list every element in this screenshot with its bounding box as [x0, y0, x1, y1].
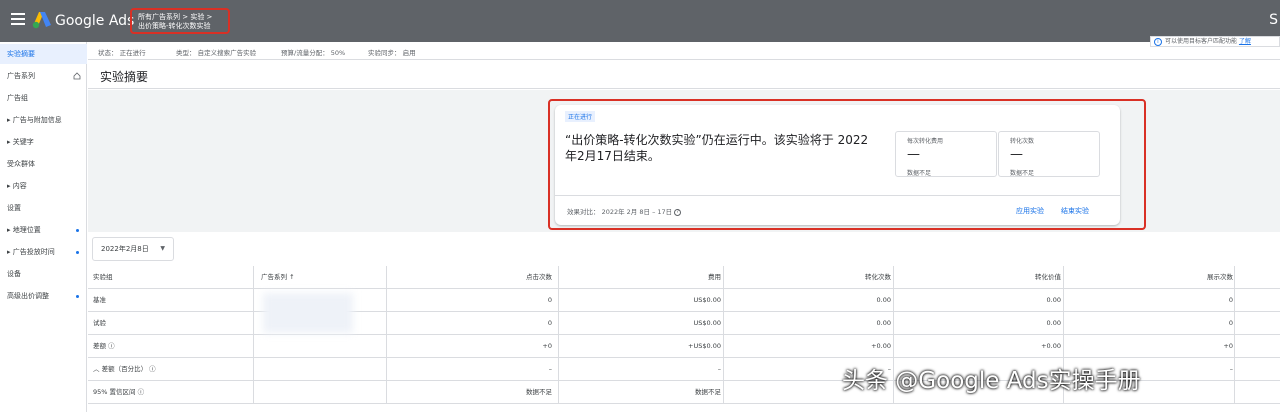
chevron-down-icon: ▼ — [160, 245, 165, 252]
table-cell: US$0.00 — [693, 319, 722, 327]
table-cell: – — [717, 365, 721, 373]
table-cell — [261, 335, 389, 358]
page-title: 实验摘要 — [100, 70, 149, 84]
column-divider — [723, 266, 724, 404]
sidebar-item[interactable]: 设备 — [0, 264, 87, 284]
type-text: 类型： 自定义搜索广告实验 — [176, 49, 257, 57]
status-bar: 状态： 正在进行 类型： 自定义搜索广告实验 预算/流量分配： 50% 实验同步… — [88, 42, 1280, 60]
status-dot — [76, 295, 79, 298]
sync-text: 实验同步： 启用 — [368, 49, 416, 57]
sidebar-item-label: ▸ 内容 — [7, 182, 27, 190]
sidebar-item-label: 实验摘要 — [7, 50, 35, 58]
table-cell: 基准 — [93, 296, 106, 304]
home-icon — [73, 72, 81, 80]
column-divider — [558, 266, 559, 404]
sidebar-item-label: ▸ 地理位置 — [7, 226, 41, 234]
table-cell: 0 — [1228, 319, 1233, 327]
table-cell: 试验 — [93, 319, 106, 327]
column-header[interactable]: 广告系列 ↑ — [261, 266, 389, 289]
table-cell — [261, 381, 389, 404]
sidebar-item-label: ▸ 广告与附加信息 — [7, 116, 62, 124]
sidebar-item-label: ▸ 关键字 — [7, 138, 34, 146]
table-cell: 差额 ⓘ — [93, 342, 115, 350]
table-cell: 0.00 — [1046, 319, 1061, 327]
card-highlight — [548, 99, 1146, 230]
table-row: 差额 ⓘ +0 +US$0.00 +0.00 +0.00 +0 — [88, 335, 1280, 358]
table-cell: 0.00 — [1046, 296, 1061, 304]
column-divider — [1234, 266, 1235, 404]
info-icon: i — [1154, 38, 1162, 46]
sidebar-item[interactable]: ▸ 地理位置 — [0, 220, 87, 240]
split-text: 预算/流量分配： 50% — [281, 49, 346, 57]
sidebar-item-label: 广告组 — [7, 94, 28, 102]
sidebar-item-label: ▸ 广告投放时间 — [7, 248, 55, 256]
sidebar-item[interactable]: 高级出价调整 — [0, 286, 87, 306]
column-header[interactable]: 实验组 — [93, 266, 258, 289]
sidebar-item[interactable]: 受众群体 — [0, 154, 87, 174]
table-cell: ︿ 差额（百分比） ⓘ — [93, 365, 156, 373]
brand-name[interactable]: Google Ads — [55, 13, 134, 29]
table-cell: 0.00 — [876, 319, 891, 327]
sidebar-item[interactable]: ▸ 广告与附加信息 — [0, 110, 87, 130]
google-ads-logo — [32, 12, 51, 29]
sidebar-item[interactable]: 广告系列 — [0, 66, 87, 86]
table-cell: +0 — [542, 342, 552, 350]
sidebar-item[interactable]: ▸ 关键字 — [0, 132, 87, 152]
sidebar-item[interactable]: ▸ 内容 — [0, 176, 87, 196]
table-cell: +0.00 — [871, 342, 891, 350]
avatar[interactable]: S — [1269, 12, 1278, 28]
date-selector-value: 2022年2月8日 — [101, 245, 149, 253]
learn-more-link[interactable]: 了解 — [1239, 38, 1251, 45]
table-cell — [261, 358, 389, 381]
sidebar-item-label: 广告系列 — [7, 72, 35, 80]
title-area: 实验摘要 — [88, 61, 1280, 89]
table-cell: 0 — [547, 296, 552, 304]
column-header[interactable]: 费用 — [558, 266, 721, 289]
table-cell: 95% 置信区间 ⓘ — [93, 388, 145, 396]
blurred-campaign-name — [263, 293, 353, 333]
column-header[interactable]: 点击次数 — [386, 266, 552, 289]
sidebar-item-label: 设置 — [7, 204, 21, 212]
status-dot — [76, 229, 79, 232]
table-cell: 数据不足 — [526, 388, 552, 396]
top-bar: Google Ads 所有广告系列 > 实验 > 出价策略-转化次数实验 S — [0, 0, 1280, 42]
date-selector[interactable]: 2022年2月8日 ▼ — [92, 237, 174, 261]
breadcrumb-current: 出价策略-转化次数实验 — [138, 22, 211, 30]
column-header[interactable]: 转化次数 — [723, 266, 891, 289]
notice-banner[interactable]: i 可以使用目标客户匹配功能 了解 — [1150, 36, 1280, 47]
menu-icon[interactable] — [11, 13, 25, 25]
column-header[interactable]: 展示次数 — [1063, 266, 1233, 289]
table-cell: +0.00 — [1041, 342, 1061, 350]
sidebar-item[interactable]: 设置 — [0, 198, 87, 218]
table-header-row: 实验组 广告系列 ↑ 点击次数 费用 转化次数 转化价值 展示次数 — [88, 266, 1280, 289]
sidebar-item[interactable]: 实验摘要 — [0, 44, 87, 64]
status-dot — [76, 251, 79, 254]
table-cell: +US$0.00 — [688, 342, 721, 350]
sidebar-item-label: 设备 — [7, 270, 21, 278]
sidebar-item[interactable]: ▸ 广告投放时间 — [0, 242, 87, 262]
table-cell: 0 — [547, 319, 552, 327]
notice-text: 可以使用目标客户匹配功能 — [1165, 38, 1238, 45]
sidebar-item-label: 高级出价调整 — [7, 292, 49, 300]
status-text: 状态： 正在进行 — [98, 49, 146, 57]
column-divider — [253, 266, 254, 404]
column-header[interactable]: 转化价值 — [893, 266, 1061, 289]
table-cell: – — [548, 365, 552, 373]
sidebar-item-label: 受众群体 — [7, 160, 35, 168]
table-cell: 数据不足 — [695, 388, 721, 396]
table-cell: +0 — [1223, 342, 1233, 350]
column-divider — [386, 266, 387, 404]
sidebar-item[interactable]: 广告组 — [0, 88, 87, 108]
sidebar: 实验摘要广告系列广告组 ▸ 广告与附加信息 ▸ 关键字受众群体 ▸ 内容设置 ▸ 地理位… — [0, 42, 87, 412]
watermark: 头条 @Google Ads实操手册 — [842, 368, 1141, 394]
table-cell: 0.00 — [876, 296, 891, 304]
table-cell: 0 — [1228, 296, 1233, 304]
table-cell: US$0.00 — [693, 296, 722, 304]
